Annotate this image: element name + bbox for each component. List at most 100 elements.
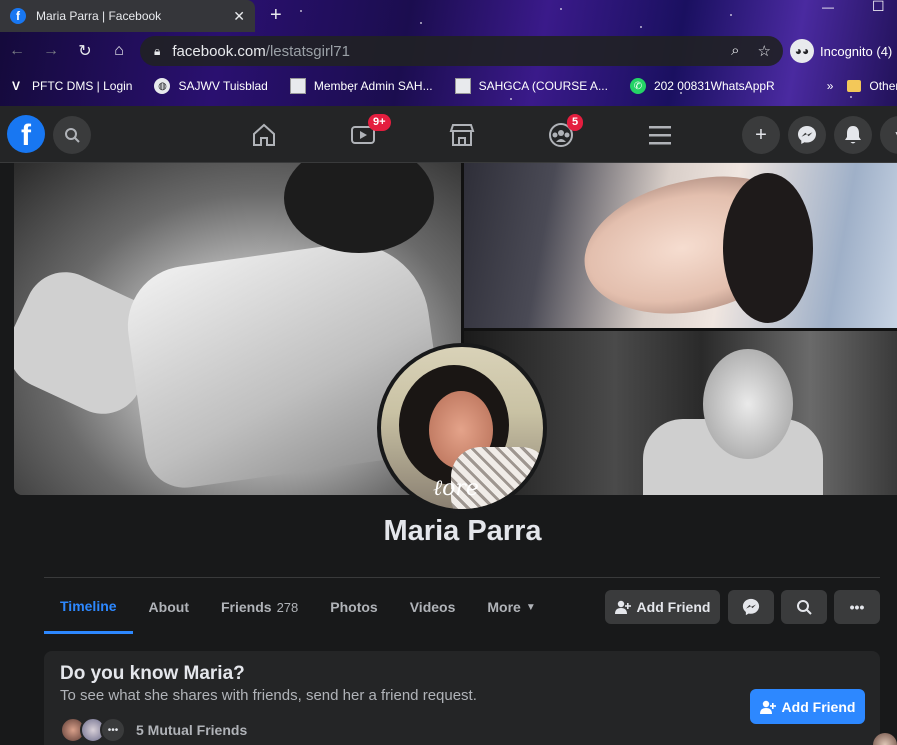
- bookmark-label: SAJWV Tuisblad: [178, 79, 268, 93]
- ellipsis-icon: •••: [849, 599, 865, 615]
- nav-marketplace[interactable]: [432, 106, 492, 163]
- bookmark-item[interactable]: SAHGCA (COURSE A...: [454, 78, 608, 94]
- home-icon: [253, 123, 275, 146]
- nav-groups[interactable]: 5: [531, 106, 591, 163]
- tab-more[interactable]: More ▼: [471, 580, 551, 634]
- add-friend-label: Add Friend: [781, 698, 856, 715]
- profile-name: Maria Parra: [383, 515, 542, 547]
- page-icon: [454, 78, 471, 94]
- messenger-icon: [742, 598, 760, 616]
- page-icon: [289, 78, 306, 94]
- whatsapp-icon: ✆: [629, 78, 646, 94]
- card-title: Do you know Maria?: [60, 663, 245, 684]
- bookmark-label: SAHGCA (COURSE A...: [478, 79, 608, 93]
- globe-icon: ◍: [154, 78, 171, 94]
- browser-toolbar: ← → ↻ ⌂ 🔒︎ facebook.com/lestatsgirl71 ⌕ …: [0, 32, 897, 70]
- chevron-down-icon: ▼: [893, 128, 897, 142]
- forward-icon[interactable]: →: [34, 34, 68, 68]
- home-icon[interactable]: ⌂: [102, 34, 136, 68]
- tab-label: More: [487, 599, 521, 615]
- groups-badge: 5: [567, 114, 584, 131]
- facebook-search-button[interactable]: [53, 116, 91, 154]
- profile-avatar[interactable]: ℓore: [377, 343, 547, 513]
- more-options-button[interactable]: •••: [834, 590, 880, 624]
- nav-menu[interactable]: [630, 106, 690, 163]
- tab-title: Maria Parra | Facebook: [36, 9, 162, 23]
- reload-icon[interactable]: ↻: [68, 34, 102, 68]
- card-add-friend-button[interactable]: Add Friend: [750, 689, 865, 724]
- bookmark-label: 202 00831WhatsAppR: [653, 79, 775, 93]
- bell-icon: [845, 126, 861, 144]
- mutual-friends-count: 5 Mutual Friends: [136, 722, 248, 738]
- cover-photo-top-right: [463, 163, 897, 333]
- tab-timeline[interactable]: Timeline: [44, 580, 133, 634]
- close-tab-icon[interactable]: ✕: [233, 8, 245, 25]
- facebook-top-nav: f 9+ 5 + ▼: [0, 106, 897, 163]
- search-profile-button[interactable]: [781, 590, 827, 624]
- nav-home[interactable]: [234, 106, 294, 163]
- incognito-label: Incognito (4): [820, 43, 893, 59]
- add-friend-icon: [759, 700, 776, 714]
- message-button[interactable]: [728, 590, 774, 624]
- maximize-icon[interactable]: ☐: [872, 0, 885, 15]
- folder-icon: [847, 80, 862, 92]
- incognito-icon: ◕◕: [790, 39, 814, 63]
- avatar-signature: ℓore: [433, 476, 479, 501]
- bookmark-item[interactable]: V PFTC DMS | Login: [8, 78, 133, 94]
- browser-tab[interactable]: f Maria Parra | Facebook ✕: [0, 0, 255, 32]
- bookmark-item[interactable]: ✆ 202 00831WhatsAppR: [629, 78, 775, 94]
- add-friend-button[interactable]: Add Friend: [605, 590, 720, 624]
- tab-photos[interactable]: Photos: [314, 580, 393, 634]
- incognito-indicator[interactable]: ◕◕ Incognito (4): [790, 36, 892, 66]
- tab-about[interactable]: About: [133, 580, 205, 634]
- new-tab-icon[interactable]: +: [270, 4, 282, 27]
- other-bookmarks-label: Other boo: [869, 79, 897, 93]
- watch-badge: 9+: [368, 114, 391, 131]
- messenger-icon: [798, 126, 816, 144]
- hamburger-menu-icon: [649, 125, 671, 144]
- caret-down-icon: ▼: [525, 601, 536, 613]
- create-button[interactable]: +: [742, 116, 780, 154]
- more-bookmarks-button[interactable]: »: [827, 79, 834, 93]
- tab-friends[interactable]: Friends 278: [205, 580, 314, 634]
- other-bookmarks[interactable]: Other boo: [847, 79, 897, 93]
- search-icon: [797, 600, 812, 615]
- zoom-search-icon[interactable]: ⌕: [731, 42, 739, 60]
- facebook-logo-icon[interactable]: f: [7, 115, 45, 153]
- add-friend-label: Add Friend: [636, 599, 711, 615]
- bookmark-label: PFTC DMS | Login: [32, 79, 133, 93]
- browser-chrome: f Maria Parra | Facebook ✕ + — ☐ ← → ↻ ⌂…: [0, 0, 897, 106]
- tab-label: About: [148, 599, 189, 615]
- ellipsis-icon[interactable]: •••: [100, 717, 126, 743]
- url-path: /lestatsgirl71: [265, 42, 350, 60]
- notifications-button[interactable]: [834, 116, 872, 154]
- bookmark-star-icon[interactable]: ☆: [758, 42, 771, 60]
- tab-label: Photos: [330, 599, 378, 615]
- bookmark-item[interactable]: Member Admin SAH...: [289, 78, 433, 94]
- mutual-friends[interactable]: ••• 5 Mutual Friends: [60, 717, 247, 743]
- marketplace-icon: [449, 123, 475, 146]
- friends-count: 278: [276, 599, 299, 615]
- profile-tabs: Timeline About Friends 278 Photos Videos …: [44, 580, 552, 634]
- tab-label: Friends: [220, 599, 272, 615]
- card-subtitle: To see what she shares with friends, sen…: [60, 687, 477, 704]
- chat-avatar[interactable]: [873, 733, 897, 745]
- bookmark-label: Member Admin SAH...: [313, 79, 433, 93]
- account-menu-button[interactable]: ▼: [880, 116, 897, 154]
- tab-videos[interactable]: Videos: [394, 580, 472, 634]
- more-bookmarks-label: »: [826, 79, 834, 93]
- v-logo-icon: V: [11, 79, 20, 93]
- add-friend-icon: [614, 600, 631, 614]
- facebook-favicon-icon: f: [10, 8, 26, 24]
- bookmark-item[interactable]: ◍ SAJWV Tuisblad: [154, 78, 268, 94]
- nav-watch[interactable]: 9+: [333, 106, 393, 163]
- minimize-icon[interactable]: —: [822, 0, 834, 14]
- address-bar[interactable]: 🔒︎ facebook.com/lestatsgirl71 ⌕ ☆: [140, 36, 783, 66]
- messenger-button[interactable]: [788, 116, 826, 154]
- plus-icon: +: [755, 123, 767, 146]
- back-icon[interactable]: ←: [0, 34, 34, 68]
- tab-label: Videos: [409, 599, 456, 615]
- divider: [44, 577, 880, 578]
- lock-icon: 🔒︎: [154, 43, 161, 58]
- tab-label: Timeline: [60, 597, 117, 614]
